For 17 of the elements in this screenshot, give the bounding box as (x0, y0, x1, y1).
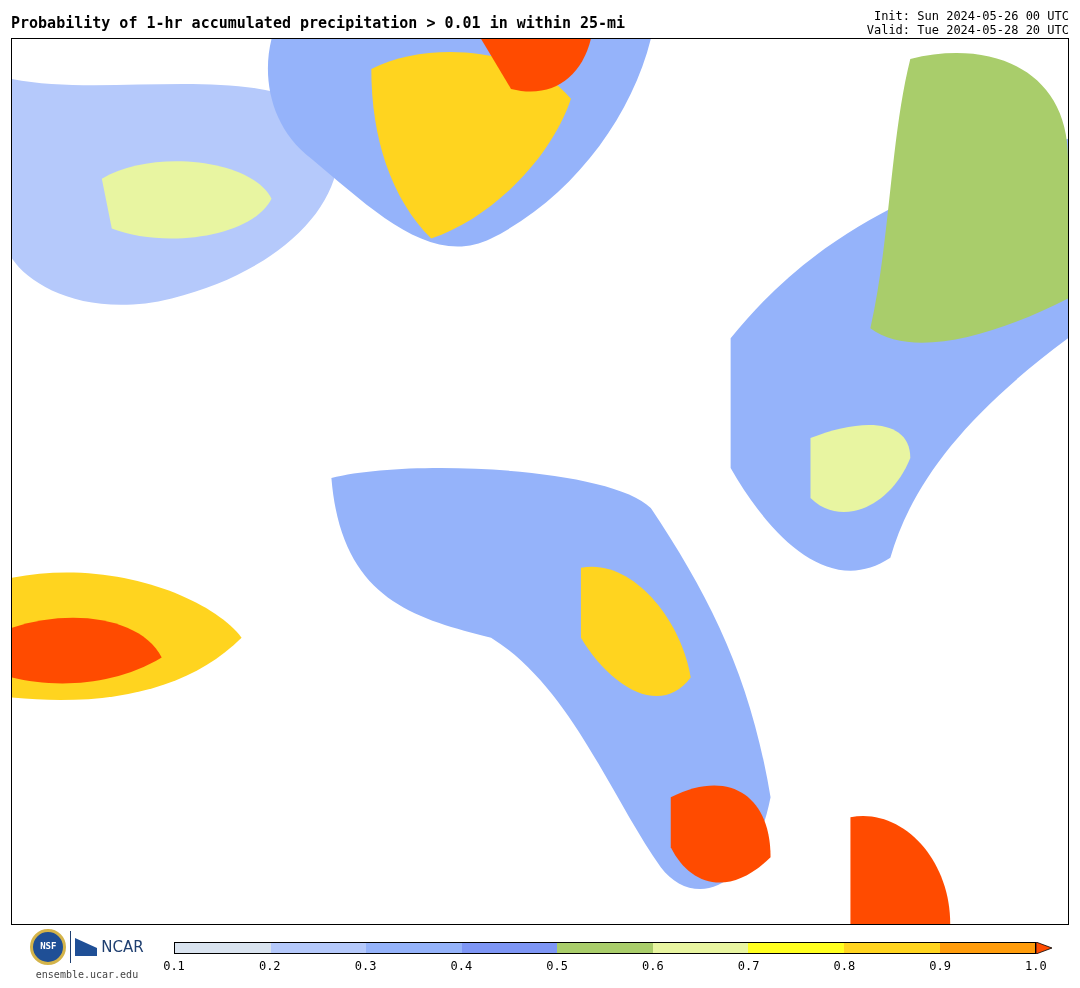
scale-tick-label: 1.0 (1024, 958, 1048, 975)
ncar-logo: NCAR (101, 936, 144, 958)
scale-tick-label: 0.8 (832, 958, 857, 975)
ncar-mark-icon (75, 938, 98, 956)
site-url: ensemble.ucar.edu (35, 968, 139, 982)
valid-time: Valid: Tue 2024-05-28 20 UTC (866, 23, 1069, 37)
scale-tick-label: 0.1 (162, 958, 186, 975)
map-title: Probability of 1-hr accumulated precipitation > 0.01 in within 25-mi (11, 12, 626, 34)
scale-tick-label: 0.4 (449, 958, 474, 975)
scale-tick-label: 0.7 (736, 958, 761, 975)
scale-tick-label: 0.3 (353, 958, 378, 975)
scale-tick-label: 0.6 (641, 958, 665, 975)
scale-tick-label: 0.9 (928, 958, 952, 975)
scale-tick-label: 0.5 (545, 958, 569, 975)
nsf-logo: NSF (30, 929, 67, 965)
init-time: Init: Sun 2024-05-26 00 UTC (873, 9, 1069, 23)
scale-tick-label: 0.2 (257, 958, 282, 975)
